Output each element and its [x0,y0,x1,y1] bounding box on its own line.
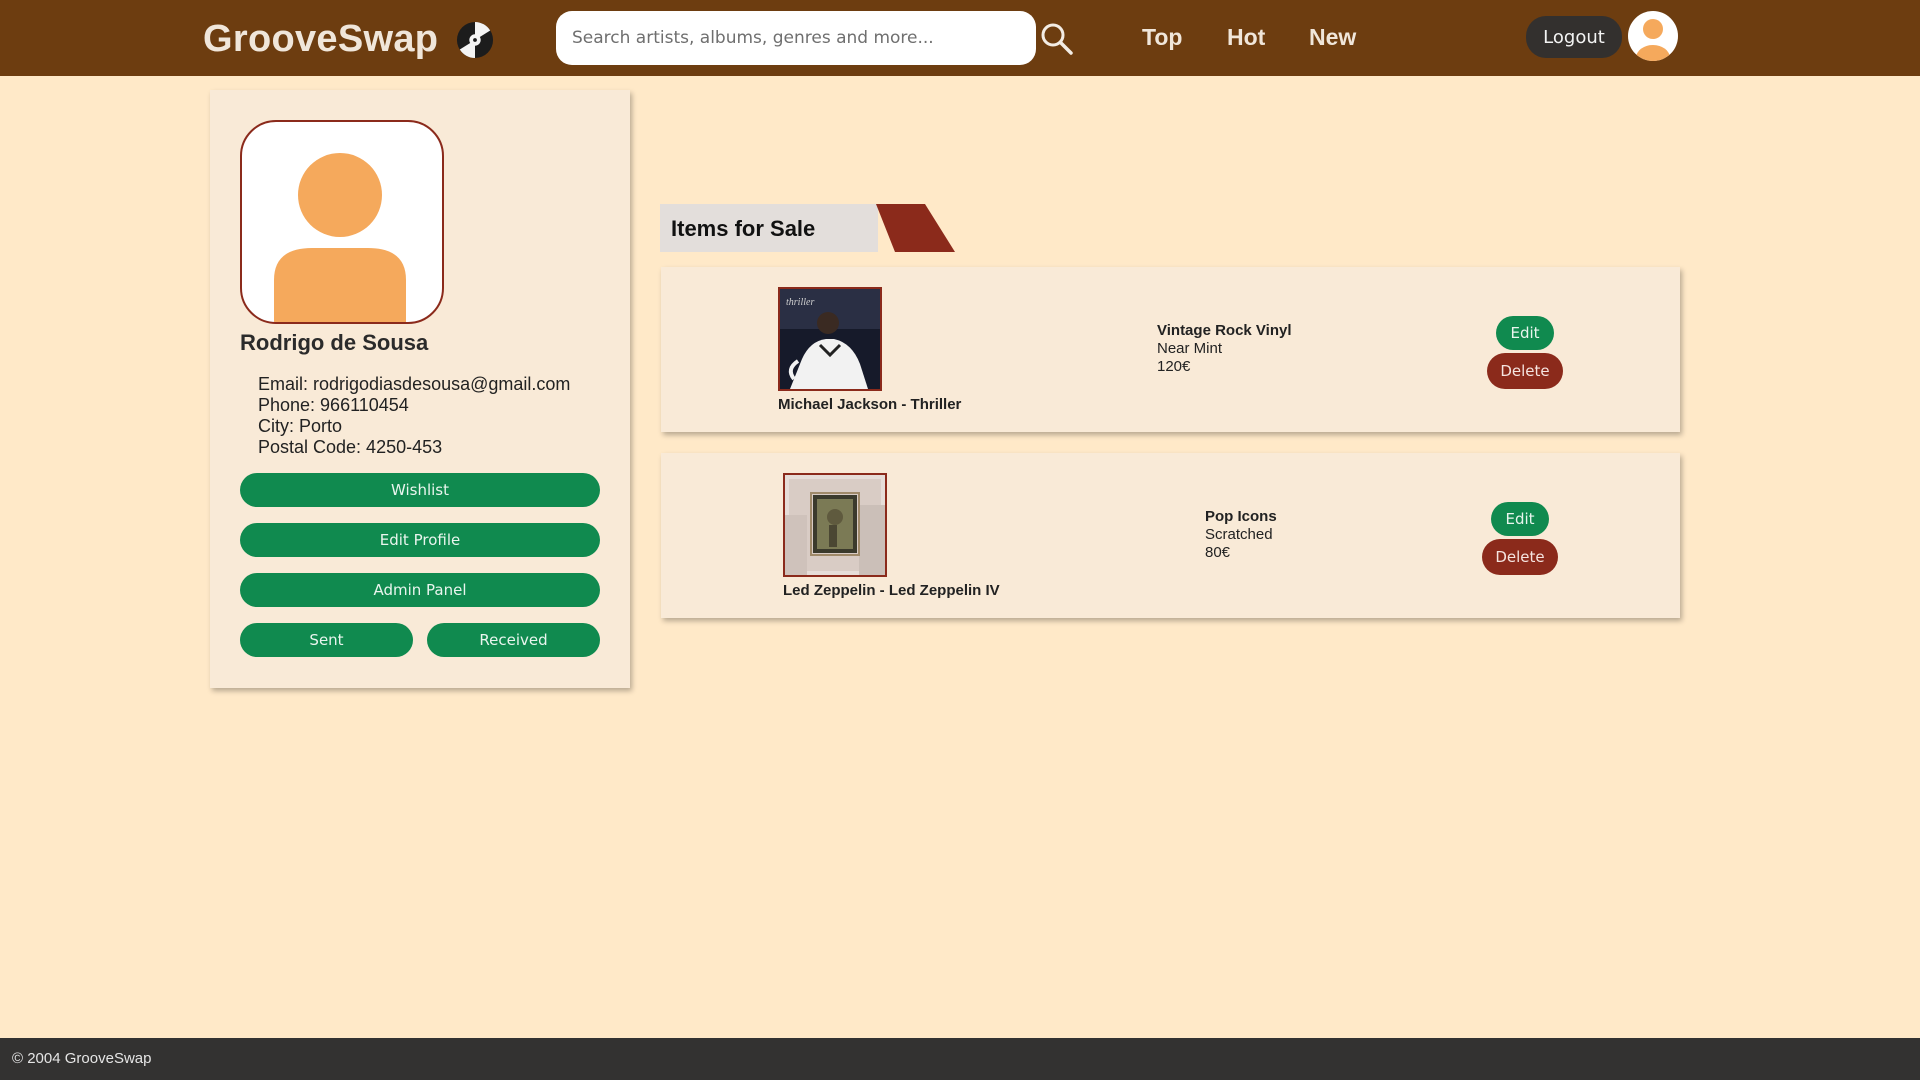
admin-panel-button[interactable]: Admin Panel [240,573,600,607]
edit-item-button[interactable]: Edit [1491,502,1549,536]
profile-details: Email: rodrigodiasdesousa@gmail.com Phon… [258,374,570,458]
delete-item-button[interactable]: Delete [1482,539,1558,575]
item-name: Vintage Rock Vinyl [1157,322,1292,339]
profile-name: Rodrigo de Sousa [240,330,429,355]
svg-text:thriller: thriller [786,297,814,308]
profile-postal-code: Postal Code: 4250-453 [258,437,443,457]
item-price: 80€ [1205,544,1231,561]
sent-button[interactable]: Sent [240,623,413,657]
search-input[interactable] [556,11,1036,65]
album-cover[interactable]: thriller [778,287,882,391]
item-price: 120€ [1157,358,1191,375]
profile-city: City: Porto [258,416,343,436]
copyright-text: © 2004 GrooveSwap [12,1050,152,1067]
items-for-sale-header: Items for Sale [660,204,955,252]
sale-item-card: Led Zeppelin - Led Zeppelin IV Pop Icons… [661,453,1680,618]
section-title: Items for Sale [671,216,816,241]
item-condition: Scratched [1205,526,1273,543]
brand[interactable]: GrooveSwap [203,18,494,61]
edit-item-button[interactable]: Edit [1496,316,1554,350]
user-avatar-icon[interactable] [1628,11,1678,61]
user-avatar-icon [274,153,406,322]
profile-phone: Phone: 966110454 [258,395,409,415]
footer: © 2004 GrooveSwap [0,1038,1920,1080]
item-details: Vintage Rock Vinyl Near Mint 120€ [1157,322,1292,376]
profile-card: Rodrigo de Sousa Email: rodrigodiasdesou… [210,90,630,688]
profile-photo [240,120,444,324]
item-title: Led Zeppelin - Led Zeppelin IV [783,582,1000,599]
item-condition: Near Mint [1157,340,1223,357]
item-name: Pop Icons [1205,508,1277,525]
wishlist-button[interactable]: Wishlist [240,473,600,507]
search-icon[interactable] [1040,22,1074,56]
brand-name[interactable]: GrooveSwap [203,18,438,61]
received-button[interactable]: Received [427,623,600,657]
nav-hot[interactable]: Hot [1227,24,1265,51]
edit-profile-button[interactable]: Edit Profile [240,523,600,557]
nav-top[interactable]: Top [1142,24,1182,51]
profile-email: Email: rodrigodiasdesousa@gmail.com [258,374,571,394]
logout-button[interactable]: Logout [1526,16,1622,58]
vinyl-record-icon [457,21,494,58]
nav-new[interactable]: New [1309,24,1356,51]
item-title: Michael Jackson - Thriller [778,396,962,413]
top-navbar: GrooveSwap Top Hot New Logout [0,0,1920,76]
item-details: Pop Icons Scratched 80€ [1205,508,1277,562]
album-cover[interactable] [783,473,887,577]
sale-item-card: thriller Michael Jackson - Thriller Vint… [661,267,1680,432]
delete-item-button[interactable]: Delete [1487,353,1563,389]
